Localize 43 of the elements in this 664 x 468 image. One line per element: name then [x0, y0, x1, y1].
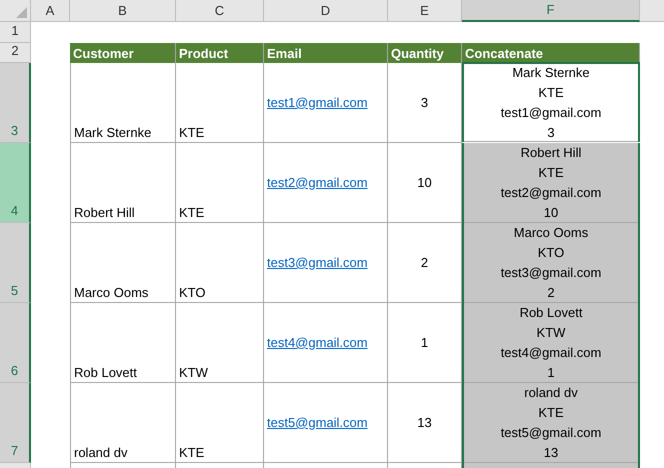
row-header[interactable]: 2 — [0, 43, 31, 63]
corner-triangle-icon — [16, 7, 27, 18]
email-link[interactable]: test3@gmail.com — [267, 252, 368, 272]
table-cell: Marco Ooms KTO test3@gmail.com 2 — [464, 223, 638, 303]
table-header-cell: Customer — [70, 43, 176, 63]
table-cell: 2 — [388, 223, 462, 303]
row-header[interactable]: 1 — [0, 22, 31, 43]
row-header[interactable]: 7 — [0, 383, 31, 463]
table-cell: roland dv — [70, 383, 176, 463]
row-header[interactable]: 4 — [0, 143, 31, 223]
table-cell: roland dv KTE test5@gmail.com 13 — [464, 383, 638, 463]
email-link[interactable]: test4@gmail.com — [267, 332, 368, 352]
table-cell: KTO — [176, 223, 264, 303]
table-cell: 10 — [388, 143, 462, 223]
row-header[interactable]: 3 — [0, 63, 31, 143]
column-header[interactable]: C — [176, 0, 264, 22]
table-cell: 3 — [388, 63, 462, 143]
column-header[interactable]: A — [31, 0, 70, 22]
table-cell: Mark Sternke — [70, 63, 176, 143]
table-cell: Rob Lovett — [70, 303, 176, 383]
select-all-button[interactable] — [0, 0, 31, 22]
table-cell: KTE — [176, 143, 264, 223]
column-header[interactable]: D — [264, 0, 388, 22]
table-cell: KTE — [176, 63, 264, 143]
column-header[interactable]: B — [70, 0, 176, 22]
table-cell: 1 — [388, 303, 462, 383]
row-header[interactable]: 5 — [0, 223, 31, 303]
table-cell: KTW — [176, 303, 264, 383]
table-header-cell: Concatenate — [462, 43, 640, 63]
table-header-cell: Quantity — [388, 43, 462, 63]
column-header[interactable]: E — [388, 0, 462, 22]
row-header[interactable]: 6 — [0, 303, 31, 383]
email-link[interactable]: test1@gmail.com — [267, 92, 368, 112]
table-cell: Marco Ooms — [70, 223, 176, 303]
table-header-cell: Product — [176, 43, 264, 63]
table-cell: Robert Hill KTE test2@gmail.com 10 — [464, 143, 638, 223]
table-header-cell: Email — [264, 43, 388, 63]
email-link[interactable]: test2@gmail.com — [267, 172, 368, 192]
table-cell: Robert Hill — [70, 143, 176, 223]
table-cell: KTE — [176, 383, 264, 463]
column-header[interactable]: F — [462, 0, 640, 22]
email-link[interactable]: test5@gmail.com — [267, 412, 368, 432]
table-cell: 13 — [388, 383, 462, 463]
